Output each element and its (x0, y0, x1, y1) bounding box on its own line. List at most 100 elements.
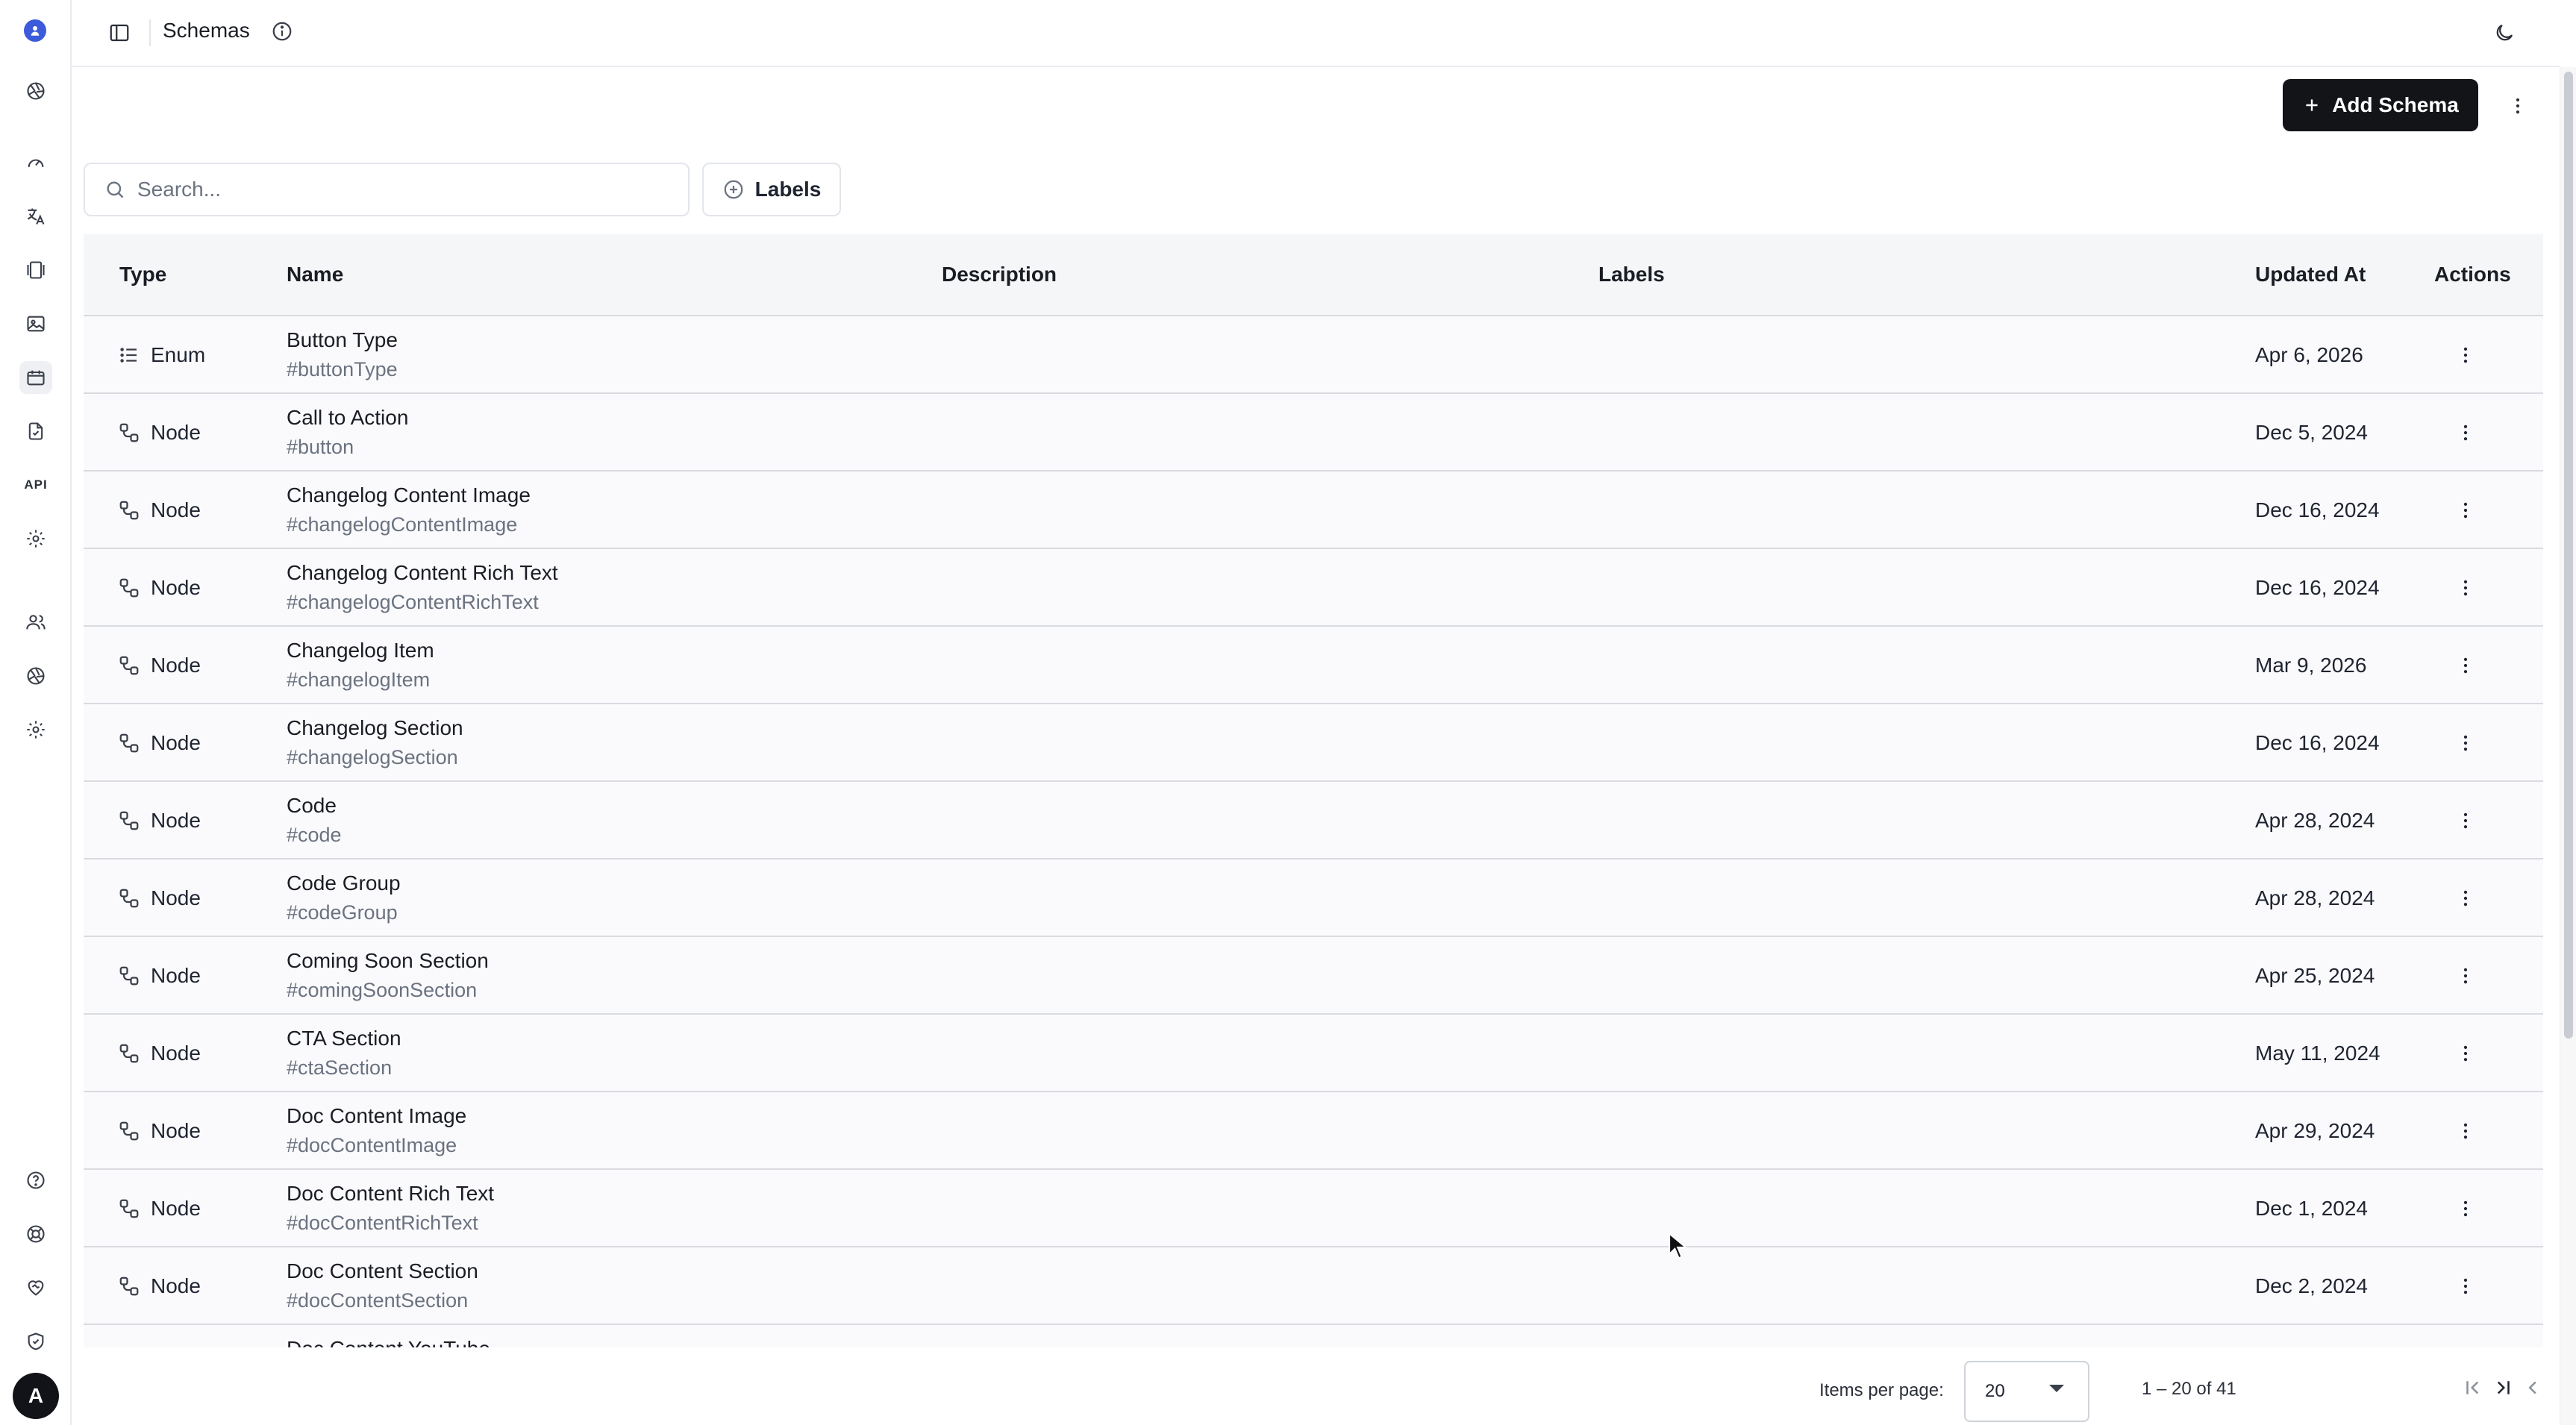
column-header-actions: Actions (2434, 263, 2511, 286)
schema-name[interactable]: Changelog Content Image (287, 483, 531, 507)
translate-icon[interactable] (19, 200, 52, 233)
column-header-name[interactable]: Name (287, 263, 343, 286)
schema-name[interactable]: Changelog Section (287, 716, 463, 740)
shield-check-icon[interactable] (19, 1325, 52, 1358)
info-icon[interactable] (269, 18, 296, 45)
sidebar-toggle-icon[interactable] (101, 15, 137, 51)
schema-api-id: #button (287, 436, 354, 458)
type-cell: Node (118, 654, 201, 677)
column-header-labels[interactable]: Labels (1598, 263, 1665, 286)
api-icon[interactable]: API (19, 469, 52, 501)
calendar-icon[interactable] (19, 361, 52, 394)
row-actions-icon[interactable] (2449, 882, 2482, 915)
table-row[interactable]: Node CTA Section #ctaSection May 11, 202… (84, 1015, 2543, 1092)
row-actions-icon[interactable] (2449, 649, 2482, 682)
updated-at: Apr 6, 2026 (2255, 343, 2363, 366)
schema-name[interactable]: Changelog Content Rich Text (287, 561, 558, 585)
type-label: Node (151, 964, 201, 987)
image-icon[interactable] (19, 307, 52, 340)
items-per-page-select[interactable]: 20 (1964, 1361, 2089, 1422)
labels-filter-button[interactable]: Labels (702, 163, 841, 216)
schema-api-id: #comingSoonSection (287, 979, 478, 1001)
users-icon[interactable] (19, 606, 52, 639)
more-options-icon[interactable] (2501, 88, 2534, 124)
table-row[interactable]: Node Code #code Apr 28, 2024 (84, 782, 2543, 859)
schema-api-id: #docContentRichText (287, 1212, 478, 1234)
moon-icon[interactable] (2486, 15, 2522, 51)
last-page-icon[interactable] (2485, 1370, 2521, 1406)
row-actions-icon[interactable] (2449, 959, 2482, 992)
updated-at: Apr 28, 2024 (2255, 886, 2375, 909)
schema-name[interactable]: CTA Section (287, 1027, 401, 1050)
table-row[interactable]: Node Code Group #codeGroup Apr 28, 2024 (84, 859, 2543, 937)
type-cell: Node (118, 576, 201, 600)
row-actions-icon[interactable] (2449, 804, 2482, 837)
node-icon (118, 654, 140, 677)
scrollbar-thumb[interactable] (2564, 72, 2573, 1039)
type-label: Node (151, 498, 201, 522)
caret-down-icon (2049, 1385, 2064, 1392)
updated-at: Apr 29, 2024 (2255, 1119, 2375, 1142)
gallery-icon[interactable] (19, 254, 52, 286)
gear-icon[interactable] (19, 522, 52, 555)
schema-name[interactable]: Doc Content YouTube (287, 1337, 490, 1347)
row-actions-icon[interactable] (2449, 494, 2482, 527)
node-icon (118, 422, 140, 444)
aperture-icon[interactable] (19, 660, 52, 692)
node-icon (118, 1120, 140, 1142)
table-row[interactable]: Node Changelog Content Image #changelogC… (84, 472, 2543, 549)
schema-name[interactable]: Button Type (287, 328, 398, 352)
schema-api-id: #ctaSection (287, 1056, 393, 1079)
row-actions-icon[interactable] (2449, 1192, 2482, 1225)
row-actions-icon[interactable] (2449, 339, 2482, 372)
schema-name[interactable]: Code (287, 794, 337, 818)
table-header: Type Name Description Labels Updated At … (84, 234, 2543, 316)
schema-name[interactable]: Changelog Item (287, 639, 434, 663)
column-header-type[interactable]: Type (119, 263, 166, 286)
table-row[interactable]: Node Changelog Content Rich Text #change… (84, 549, 2543, 627)
search-input[interactable] (137, 178, 660, 201)
table-row[interactable]: Node Changelog Item #changelogItem Mar 9… (84, 627, 2543, 704)
row-actions-icon[interactable] (2449, 727, 2482, 760)
schema-api-id: #changelogContentRichText (287, 591, 539, 613)
node-icon (118, 1275, 140, 1297)
updated-at: Apr 28, 2024 (2255, 809, 2375, 832)
table-row[interactable]: Enum Button Type #buttonType Apr 6, 2026 (84, 316, 2543, 394)
heart-handshake-icon[interactable] (19, 1271, 52, 1304)
type-label: Node (151, 421, 201, 444)
schema-name[interactable]: Doc Content Section (287, 1259, 478, 1283)
schema-name[interactable]: Doc Content Rich Text (287, 1182, 494, 1206)
schema-name[interactable]: Call to Action (287, 406, 408, 430)
schema-api-id: #buttonType (287, 358, 398, 380)
column-header-description[interactable]: Description (942, 263, 1057, 286)
row-actions-icon[interactable] (2449, 571, 2482, 604)
aperture-icon[interactable] (19, 75, 52, 107)
gear-icon[interactable] (19, 713, 52, 746)
column-header-updated-at[interactable]: Updated At (2255, 263, 2366, 286)
schema-name[interactable]: Coming Soon Section (287, 949, 489, 973)
avatar[interactable]: A (13, 1373, 59, 1419)
help-circle-icon[interactable] (19, 1164, 52, 1197)
gauge-icon[interactable] (19, 146, 52, 179)
table-row[interactable]: Node Doc Content Section #docContentSect… (84, 1247, 2543, 1325)
row-actions-icon[interactable] (2449, 1115, 2482, 1147)
row-actions-icon[interactable] (2449, 416, 2482, 449)
list-icon (118, 344, 140, 366)
table-row[interactable]: Node Doc Content Rich Text #docContentRi… (84, 1170, 2543, 1247)
lifebuoy-icon[interactable] (19, 1218, 52, 1250)
row-actions-icon[interactable] (2449, 1270, 2482, 1303)
schema-name[interactable]: Code Group (287, 871, 401, 895)
table-row[interactable]: Node Doc Content Image #docContentImage … (84, 1092, 2543, 1170)
type-label: Node (151, 886, 201, 909)
schema-name[interactable]: Doc Content Image (287, 1104, 466, 1128)
file-check-icon[interactable] (19, 415, 52, 448)
node-icon (118, 499, 140, 522)
updated-at: Apr 25, 2024 (2255, 964, 2375, 987)
table-row[interactable]: Node Doc Content YouTube (84, 1325, 2543, 1347)
add-schema-button[interactable]: Add Schema (2283, 79, 2478, 131)
brand-icon[interactable] (24, 19, 46, 42)
row-actions-icon[interactable] (2449, 1037, 2482, 1070)
table-row[interactable]: Node Call to Action #button Dec 5, 2024 (84, 394, 2543, 472)
table-row[interactable]: Node Coming Soon Section #comingSoonSect… (84, 937, 2543, 1015)
table-row[interactable]: Node Changelog Section #changelogSection… (84, 704, 2543, 782)
